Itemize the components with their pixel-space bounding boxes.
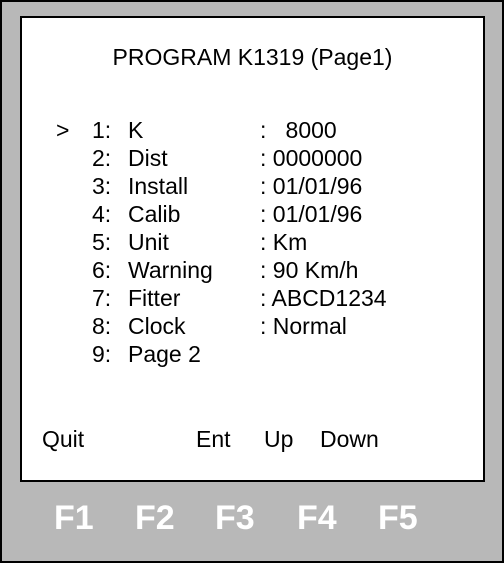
menu-item-calib[interactable]: 4: Calib : 01/01/96 — [22, 200, 483, 228]
menu-item-label: K — [128, 117, 144, 143]
softkey-up-label: Up — [264, 426, 294, 452]
menu-item-label: Clock — [128, 313, 186, 339]
menu-item-value: : Km — [260, 229, 308, 255]
menu-item-number: 7: — [92, 285, 112, 311]
menu-item-number: 6: — [92, 257, 112, 283]
menu-item-number: 4: — [92, 201, 112, 227]
menu-item-fitter[interactable]: 7: Fitter : ABCD1234 — [22, 284, 483, 312]
menu-item-value: : 90 Km/h — [260, 257, 359, 283]
menu-item-value: : Normal — [260, 313, 347, 339]
menu-item-unit[interactable]: 5: Unit : Km — [22, 228, 483, 256]
menu-item-clock[interactable]: 8: Clock : Normal — [22, 312, 483, 340]
menu-item-install[interactable]: 3: Install : 01/01/96 — [22, 172, 483, 200]
menu-item-label: Dist — [128, 145, 168, 171]
menu-item-label: Warning — [128, 257, 213, 283]
menu-item-number: 3: — [92, 173, 112, 199]
softkey-down-label: Down — [320, 426, 379, 452]
menu-item-number: 9: — [92, 341, 112, 367]
selection-cursor: > — [56, 117, 70, 143]
menu-item-number: 1: — [92, 117, 112, 143]
menu-item-number: 2: — [92, 145, 112, 171]
menu-item-number: 8: — [92, 313, 112, 339]
menu-item-k[interactable]: > 1: K : 8000 — [22, 116, 483, 144]
menu-item-value: : 01/01/96 — [260, 173, 363, 199]
f4-button[interactable]: F4 — [297, 499, 337, 538]
softkey-quit-label: Quit — [42, 426, 85, 452]
menu-item-number: 5: — [92, 229, 112, 255]
menu-item-value: : 0000000 — [260, 145, 363, 171]
menu-item-value: : 01/01/96 — [260, 201, 363, 227]
menu-item-value: : ABCD1234 — [260, 285, 387, 311]
menu-item-warning[interactable]: 6: Warning : 90 Km/h — [22, 256, 483, 284]
f5-button[interactable]: F5 — [378, 499, 418, 538]
menu-item-label: Unit — [128, 229, 169, 255]
menu-item-label: Page 2 — [128, 341, 201, 367]
menu-item-page-2[interactable]: 9: Page 2 — [22, 340, 483, 368]
program-title: PROGRAM K1319 (Page1) — [112, 44, 393, 70]
menu-item-value: : 8000 — [260, 117, 337, 143]
menu-item-label: Install — [128, 173, 189, 199]
f1-button[interactable]: F1 — [54, 499, 94, 538]
lcd-screen: PROGRAM K1319 (Page1) > 1: K : 8000 2: D… — [20, 16, 485, 482]
f3-button[interactable]: F3 — [215, 499, 255, 538]
menu-item-label: Fitter — [128, 285, 181, 311]
f2-button[interactable]: F2 — [135, 499, 175, 538]
menu-item-label: Calib — [128, 201, 181, 227]
softkey-ent-label: Ent — [196, 426, 231, 452]
device-panel: PROGRAM K1319 (Page1) > 1: K : 8000 2: D… — [0, 0, 504, 563]
menu-item-dist[interactable]: 2: Dist : 0000000 — [22, 144, 483, 172]
